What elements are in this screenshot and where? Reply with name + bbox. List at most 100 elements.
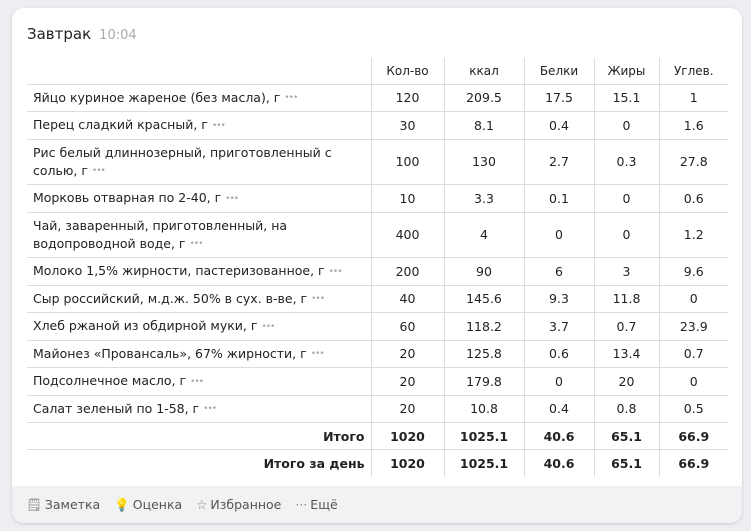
value-cell: 0 (593, 211, 659, 258)
total-value: 66.9 (658, 422, 728, 450)
value-cell: 20 (370, 367, 444, 395)
food-row[interactable]: Хлеб ржаной из обдирной муки, г ••• 60 118.… (27, 312, 728, 340)
value-cell: 0.4 (523, 111, 594, 139)
more-options-icon[interactable]: ••• (329, 267, 343, 277)
total-value: 65.1 (593, 449, 659, 477)
total-value: 66.9 (658, 449, 728, 477)
food-row[interactable]: Рис белый длиннозерный, приготовленный с… (27, 138, 728, 185)
value-cell: 400 (370, 211, 444, 258)
value-cell: 27.8 (658, 138, 728, 185)
total-value: 65.1 (593, 422, 659, 450)
value-cell: 0 (523, 367, 594, 395)
value-cell: 2.7 (523, 138, 594, 185)
value-cell: 0 (593, 111, 659, 139)
food-name-cell: Перец сладкий красный, г ••• (27, 111, 371, 139)
food-row[interactable]: Чай, заваренный, приготовленный, на водо… (27, 211, 728, 258)
value-cell: 90 (443, 257, 524, 285)
value-cell: 0.5 (658, 394, 728, 423)
more-options-icon[interactable]: ••• (311, 294, 325, 304)
value-cell: 120 (370, 83, 444, 112)
star-icon: ☆ (196, 497, 208, 512)
food-row[interactable]: Морковь отварная по 2-40, г ••• 10 3.3 0.1 0 0… (27, 184, 728, 212)
value-cell: 6 (523, 257, 594, 285)
value-cell: 0.6 (658, 184, 728, 212)
value-cell: 0 (658, 284, 728, 313)
more-options-icon[interactable]: ••• (203, 404, 217, 414)
food-row[interactable]: Яйцо куриное жареное (без масла), г ••• 12… (27, 83, 728, 112)
value-cell: 20 (370, 394, 444, 423)
total-value: 1020 (370, 449, 444, 477)
food-name-cell: Яйцо куриное жареное (без масла), г ••• (27, 83, 371, 112)
food-row[interactable]: Молоко 1,5% жирности, пастеризованное, г… (27, 257, 728, 285)
value-cell: 209.5 (443, 83, 524, 112)
food-name-cell: Салат зеленый по 1-58, г ••• (27, 394, 371, 423)
meal-time: 10:04 (99, 28, 137, 43)
value-cell: 100 (370, 138, 444, 185)
value-cell: 0.6 (523, 339, 594, 368)
value-cell: 3.7 (523, 312, 594, 340)
more-options-icon[interactable]: ••• (92, 166, 106, 176)
more-options-icon[interactable]: ••• (190, 377, 204, 387)
value-cell: 4 (443, 211, 524, 258)
value-cell: 40 (370, 284, 444, 313)
food-row[interactable]: Салат зеленый по 1-58, г ••• 20 10.8 0.4 0.8 0… (27, 394, 728, 423)
value-cell: 10 (370, 184, 444, 212)
value-cell: 20 (370, 339, 444, 368)
total-value: 40.6 (523, 449, 594, 477)
column-header: Белки (523, 58, 594, 84)
total-value: 1020 (370, 422, 444, 450)
favorite-button[interactable]: ☆ Избранное (196, 497, 281, 512)
column-header: Жиры (593, 58, 659, 84)
column-header: Углев. (658, 58, 728, 84)
value-cell: 0.1 (523, 184, 594, 212)
value-cell: 9.6 (658, 257, 728, 285)
more-options-icon[interactable]: ••• (212, 121, 226, 131)
value-cell: 15.1 (593, 83, 659, 112)
value-cell: 1 (658, 83, 728, 112)
food-row[interactable]: Перец сладкий красный, г ••• 30 8.1 0.4 0 1.6 (27, 111, 728, 139)
total-value: 1025.1 (443, 422, 524, 450)
more-options-icon[interactable]: ••• (284, 93, 298, 103)
total-row: Итого за день 1020 1025.1 40.6 65.1 66.9 (27, 449, 728, 477)
meal-card: Завтрак 10:04 Кол-во ккал Белки Жиры Углев. Я… (12, 8, 742, 523)
more-options-icon[interactable]: ••• (225, 194, 239, 204)
card-footer: 🗒 Заметка 💡 Оценка ☆ Избранное ··· Ещё (12, 486, 742, 523)
column-header: ккал (443, 58, 524, 84)
value-cell: 3.3 (443, 184, 524, 212)
value-cell: 17.5 (523, 83, 594, 112)
food-row[interactable]: Подсолнечное масло, г ••• 20 179.8 0 20 0 (27, 367, 728, 395)
food-name-cell: Майонез «Провансаль», 67% жирности, г ••• (27, 339, 371, 368)
food-name-cell: Молоко 1,5% жирности, пастеризованное, г… (27, 257, 371, 285)
value-cell: 1.6 (658, 111, 728, 139)
meal-title: Завтрак (27, 25, 92, 43)
value-cell: 3 (593, 257, 659, 285)
value-cell: 0.7 (593, 312, 659, 340)
food-row[interactable]: Сыр российский, м.д.ж. 50% в сух. в-ве, … (27, 284, 728, 313)
value-cell: 1.2 (658, 211, 728, 258)
more-options-icon[interactable]: ••• (190, 239, 204, 249)
food-name-cell: Подсолнечное масло, г ••• (27, 367, 371, 395)
value-cell: 8.1 (443, 111, 524, 139)
note-icon: 🗒 (26, 496, 42, 512)
value-cell: 0 (658, 367, 728, 395)
value-cell: 200 (370, 257, 444, 285)
note-button[interactable]: 🗒 Заметка (26, 497, 100, 513)
total-label: Итого (27, 422, 371, 450)
food-name-cell: Чай, заваренный, приготовленный, на водо… (27, 211, 371, 258)
value-cell: 0 (523, 211, 594, 258)
value-cell: 9.3 (523, 284, 594, 313)
food-name-cell: Рис белый длиннозерный, приготовленный с… (27, 138, 371, 185)
more-options-icon[interactable]: ••• (311, 349, 325, 359)
more-options-icon[interactable]: ••• (261, 322, 275, 332)
total-value: 1025.1 (443, 449, 524, 477)
food-row[interactable]: Майонез «Провансаль», 67% жирности, г •••… (27, 339, 728, 368)
value-cell: 130 (443, 138, 524, 185)
value-cell: 23.9 (658, 312, 728, 340)
more-button[interactable]: ··· Ещё (295, 497, 337, 512)
food-name-cell: Морковь отварная по 2-40, г ••• (27, 184, 371, 212)
food-name-cell: Хлеб ржаной из обдирной муки, г ••• (27, 312, 371, 340)
total-row: Итого 1020 1025.1 40.6 65.1 66.9 (27, 422, 728, 450)
total-label: Итого за день (27, 449, 371, 477)
rating-button[interactable]: 💡 Оценка (114, 497, 182, 513)
value-cell: 60 (370, 312, 444, 340)
